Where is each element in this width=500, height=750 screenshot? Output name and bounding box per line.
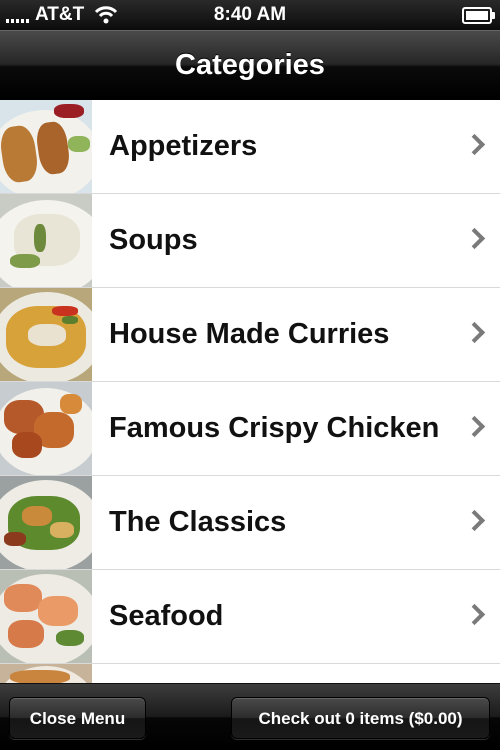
chevron-right-icon xyxy=(463,133,486,156)
food-thumbnail xyxy=(0,664,92,683)
chevron-right-icon xyxy=(463,509,486,532)
close-menu-button[interactable]: Close Menu xyxy=(9,697,146,739)
category-row-crispy-chicken[interactable]: Famous Crispy Chicken xyxy=(0,382,500,476)
category-label: Appetizers xyxy=(109,130,258,162)
category-row-partial[interactable] xyxy=(0,664,500,683)
category-row-seafood[interactable]: Seafood xyxy=(0,570,500,664)
status-bar: AT&T 8:40 AM xyxy=(0,0,500,30)
category-label: Famous Crispy Chicken xyxy=(109,412,440,444)
chevron-right-icon xyxy=(463,321,486,344)
chevron-right-icon xyxy=(463,603,486,626)
category-row-appetizers[interactable]: Appetizers xyxy=(0,100,500,194)
food-thumbnail xyxy=(0,288,92,381)
category-row-soups[interactable]: Soups xyxy=(0,194,500,288)
battery-fill xyxy=(466,11,488,20)
category-label: House Made Curries xyxy=(109,318,390,350)
category-label: Seafood xyxy=(109,600,224,632)
page-title: Categories xyxy=(175,49,325,81)
food-thumbnail xyxy=(0,382,92,475)
status-time: 8:40 AM xyxy=(213,4,287,25)
category-list[interactable]: Appetizers Soups House Made Curries Famo… xyxy=(0,100,500,683)
food-thumbnail xyxy=(0,476,92,569)
checkout-button[interactable]: Check out 0 items ($0.00) xyxy=(231,697,490,739)
category-label: Soups xyxy=(109,224,198,256)
chevron-right-icon xyxy=(463,415,486,438)
food-thumbnail xyxy=(0,194,92,287)
category-row-classics[interactable]: The Classics xyxy=(0,476,500,570)
chevron-right-icon xyxy=(463,227,486,250)
category-label: The Classics xyxy=(109,506,287,538)
bottom-toolbar: Close Menu Check out 0 items ($0.00) xyxy=(0,683,500,750)
battery-icon xyxy=(462,7,495,24)
category-row-curries[interactable]: House Made Curries xyxy=(0,288,500,382)
food-thumbnail xyxy=(0,570,92,663)
navigation-bar: Categories xyxy=(0,30,500,100)
food-thumbnail xyxy=(0,100,92,193)
